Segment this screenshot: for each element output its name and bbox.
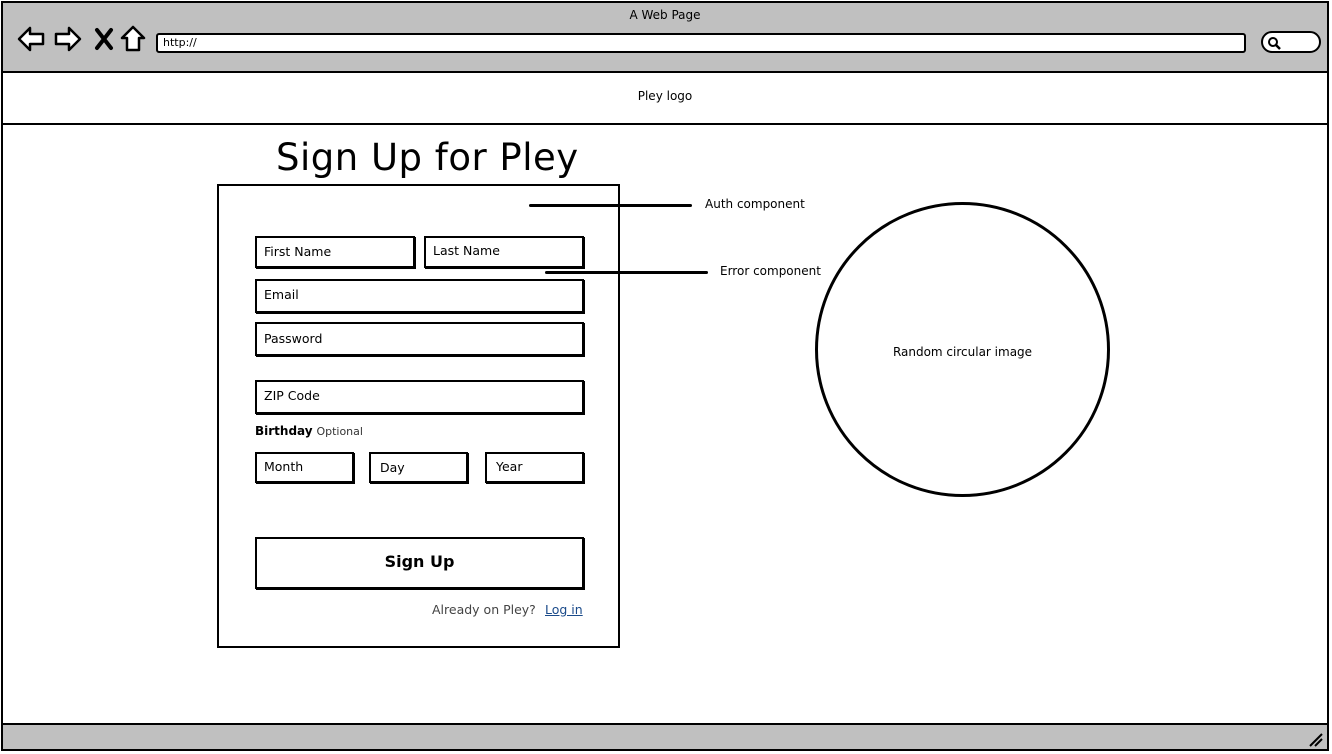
browser-statusbar <box>3 723 1327 749</box>
error-component-annotation: Error component <box>720 264 821 278</box>
close-x-icon[interactable] <box>91 25 119 53</box>
logo-placeholder: Pley logo <box>637 89 693 103</box>
page-title: Sign Up for Pley <box>276 136 579 179</box>
birthday-month-input[interactable]: Month <box>255 452 354 483</box>
email-input[interactable]: Email <box>255 279 584 313</box>
auth-component-annotation: Auth component <box>705 197 805 211</box>
birthday-label: Birthday Optional <box>255 424 363 438</box>
auth-component-connector <box>529 204 692 207</box>
birthday-year-input[interactable]: Year <box>485 452 584 483</box>
birthday-optional-text: Optional <box>316 425 363 438</box>
sign-up-button[interactable]: Sign Up <box>255 537 584 589</box>
browser-titlebar: A Web Page http:// <box>3 3 1327 73</box>
home-icon[interactable] <box>119 25 147 53</box>
site-header: Pley logo <box>3 73 1327 125</box>
resize-grip-icon[interactable] <box>1307 731 1323 747</box>
already-member-text: Already on Pley? <box>432 602 536 617</box>
forward-arrow-icon[interactable] <box>54 25 82 53</box>
search-icon <box>1268 37 1281 50</box>
url-bar[interactable]: http:// <box>156 33 1246 53</box>
circular-image-label: Random circular image <box>892 345 1033 359</box>
error-component-connector <box>545 271 708 274</box>
first-name-input[interactable]: First Name <box>255 236 415 268</box>
random-circular-image: Random circular image <box>815 202 1110 497</box>
birthday-day-input[interactable]: Day <box>369 452 468 483</box>
log-in-link[interactable]: Log in <box>545 602 583 617</box>
back-arrow-icon[interactable] <box>17 25 45 53</box>
window-title: A Web Page <box>629 8 701 22</box>
browser-search-box[interactable] <box>1261 31 1321 53</box>
last-name-input[interactable]: Last Name <box>424 236 584 268</box>
browser-window: A Web Page http:// Pley logo <box>1 1 1329 751</box>
zip-code-input[interactable]: ZIP Code <box>255 380 584 414</box>
password-input[interactable]: Password <box>255 322 584 356</box>
birthday-label-text: Birthday <box>255 424 313 438</box>
